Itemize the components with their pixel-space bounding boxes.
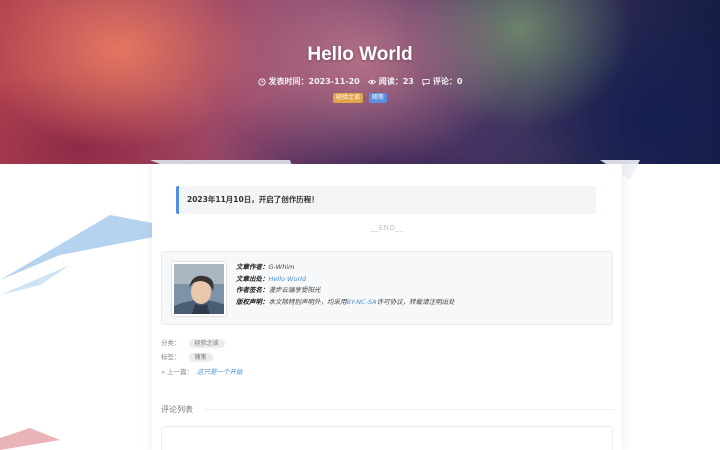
view-count: 阅读：23 xyxy=(367,76,414,87)
comments-box xyxy=(161,426,613,450)
comment-count: 评论：0 xyxy=(422,76,463,87)
eye-icon xyxy=(367,79,376,84)
author-line: 文章作者：G-Whim xyxy=(236,262,455,274)
hero-banner: Hello World 发表时间：2023-11-20 阅读：23 评论：0 经… xyxy=(0,0,720,164)
license-link[interactable]: BY-NC-SA xyxy=(347,298,377,306)
post-title: Hello World xyxy=(307,44,413,65)
source-line: 文章出处：Hello World xyxy=(236,274,455,286)
category-row: 分类： 经验之谈 xyxy=(161,336,243,350)
motto-line: 作者签名：漫步云端享受阳光 xyxy=(236,285,455,297)
publish-time-text: 发表时间：2023-11-20 xyxy=(268,77,360,86)
post-badges: 经验之谈 随笔 xyxy=(0,93,720,103)
comments-divider xyxy=(204,409,614,410)
copyright-info: 文章作者：G-Whim 文章出处：Hello World 作者签名：漫步云端享受… xyxy=(236,262,455,308)
prev-post: « 上一篇： 这只是一个开始 xyxy=(161,365,243,379)
source-label: 文章出处： xyxy=(236,274,269,283)
post-card: 2023年11月10日，开启了创作历程！ __END__ 文章作者：G-Whim… xyxy=(152,164,622,450)
publish-time: 发表时间：2023-11-20 xyxy=(257,76,360,87)
tag-badge[interactable]: 随笔 xyxy=(369,93,388,103)
tag-chip[interactable]: 随笔 xyxy=(188,352,213,362)
author-label: 文章作者： xyxy=(236,263,269,271)
post-quote: 2023年11月10日，开启了创作历程！ xyxy=(176,186,596,214)
source-link[interactable]: Hello World xyxy=(269,275,307,283)
motto-value: 漫步云端享受阳光 xyxy=(268,286,321,294)
author-value: G-Whim xyxy=(268,263,295,271)
avatar-illustration xyxy=(174,264,224,314)
license-prefix: 本文除特别声明外，均采用 xyxy=(268,297,347,306)
license-suffix: 许可协议，转载请注明出处 xyxy=(376,297,455,306)
comment-count-text: 评论：0 xyxy=(432,77,463,86)
comment-icon xyxy=(422,78,430,86)
clock-icon xyxy=(257,77,266,86)
license-label: 版权声明： xyxy=(236,297,269,306)
prev-post-label: « 上一篇： xyxy=(161,368,194,376)
end-mark: __END__ xyxy=(370,224,404,232)
post-taxonomy: 分类： 经验之谈 标签： 随笔 « 上一篇： 这只是一个开始 xyxy=(161,336,243,379)
author-avatar xyxy=(172,262,226,316)
comments-title: 评论列表 xyxy=(161,405,193,414)
category-badge[interactable]: 经验之谈 xyxy=(332,93,363,103)
copyright-box: 文章作者：G-Whim 文章出处：Hello World 作者签名：漫步云端享受… xyxy=(161,251,613,325)
tags-row: 标签： 随笔 xyxy=(161,350,243,364)
category-chip[interactable]: 经验之谈 xyxy=(188,338,225,348)
tags-label: 标签： xyxy=(161,353,181,361)
license-line: 版权声明：本文除特别声明外，均采用BY-NC-SA许可协议，转载请注明出处 xyxy=(236,297,455,309)
post-meta: 发表时间：2023-11-20 阅读：23 评论：0 xyxy=(0,76,720,87)
prev-post-link[interactable]: 这只是一个开始 xyxy=(197,365,243,379)
category-label: 分类： xyxy=(161,339,181,347)
motto-label: 作者签名： xyxy=(236,286,269,294)
view-count-text: 阅读：23 xyxy=(378,77,414,86)
